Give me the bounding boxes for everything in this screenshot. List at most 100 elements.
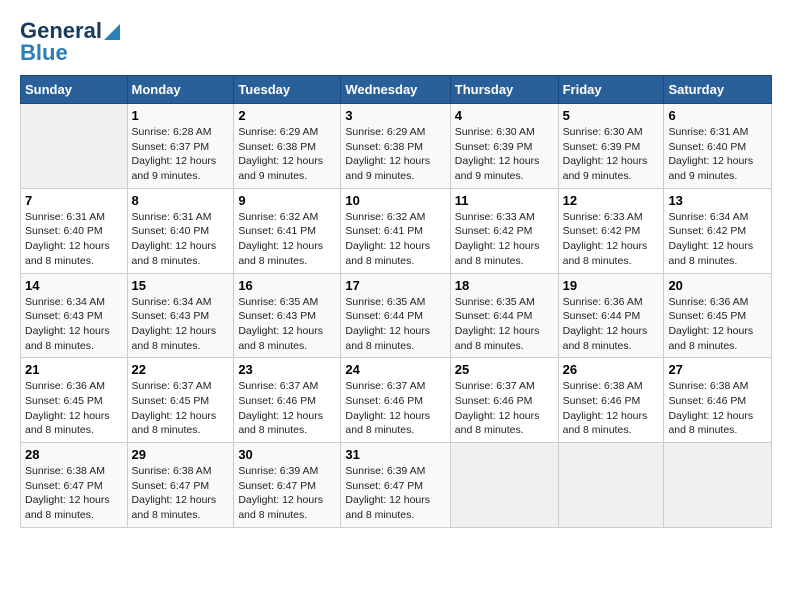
- day-info: Sunrise: 6:34 AMSunset: 6:43 PMDaylight:…: [132, 295, 230, 354]
- calendar-week-row: 28Sunrise: 6:38 AMSunset: 6:47 PMDayligh…: [21, 443, 772, 528]
- day-info: Sunrise: 6:36 AMSunset: 6:44 PMDaylight:…: [563, 295, 660, 354]
- day-info: Sunrise: 6:37 AMSunset: 6:45 PMDaylight:…: [132, 379, 230, 438]
- day-number: 15: [132, 278, 230, 293]
- calendar-cell: 30 Sunrise: 6:39 AMSunset: 6:47 PMDayligh…: [234, 443, 341, 528]
- calendar-cell: 10 Sunrise: 6:32 AMSunset: 6:41 PMDayligh…: [341, 188, 450, 273]
- day-info: Sunrise: 6:31 AMSunset: 6:40 PMDaylight:…: [132, 210, 230, 269]
- calendar-cell: 17Sunrise: 6:35 AMSunset: 6:44 PMDayligh…: [341, 273, 450, 358]
- day-number: 30: [238, 447, 336, 462]
- calendar-cell: 3 Sunrise: 6:29 AMSunset: 6:38 PMDaylight…: [341, 104, 450, 189]
- day-number: 17: [345, 278, 445, 293]
- day-number: 23: [238, 362, 336, 377]
- weekday-header: Saturday: [664, 76, 772, 104]
- day-info: Sunrise: 6:33 AMSunset: 6:42 PMDaylight:…: [563, 210, 660, 269]
- calendar-cell: 26 Sunrise: 6:38 AMSunset: 6:46 PMDayligh…: [558, 358, 664, 443]
- day-number: 13: [668, 193, 767, 208]
- day-info: Sunrise: 6:35 AMSunset: 6:44 PMDaylight:…: [455, 295, 554, 354]
- calendar-cell: [558, 443, 664, 528]
- weekday-header: Monday: [127, 76, 234, 104]
- day-number: 8: [132, 193, 230, 208]
- day-info: Sunrise: 6:32 AMSunset: 6:41 PMDaylight:…: [345, 210, 445, 269]
- calendar-table: SundayMondayTuesdayWednesdayThursdayFrid…: [20, 75, 772, 528]
- day-number: 26: [563, 362, 660, 377]
- day-info: Sunrise: 6:38 AMSunset: 6:47 PMDaylight:…: [132, 464, 230, 523]
- weekday-header: Sunday: [21, 76, 128, 104]
- day-number: 2: [238, 108, 336, 123]
- calendar-cell: 11 Sunrise: 6:33 AMSunset: 6:42 PMDayligh…: [450, 188, 558, 273]
- calendar-week-row: 7 Sunrise: 6:31 AMSunset: 6:40 PMDaylight…: [21, 188, 772, 273]
- day-info: Sunrise: 6:29 AMSunset: 6:38 PMDaylight:…: [345, 125, 445, 184]
- day-info: Sunrise: 6:37 AMSunset: 6:46 PMDaylight:…: [238, 379, 336, 438]
- logo-text: General: [20, 20, 120, 42]
- calendar-cell: 25 Sunrise: 6:37 AMSunset: 6:46 PMDayligh…: [450, 358, 558, 443]
- day-number: 31: [345, 447, 445, 462]
- day-info: Sunrise: 6:31 AMSunset: 6:40 PMDaylight:…: [668, 125, 767, 184]
- calendar-cell: 21 Sunrise: 6:36 AMSunset: 6:45 PMDayligh…: [21, 358, 128, 443]
- calendar-cell: 6 Sunrise: 6:31 AMSunset: 6:40 PMDaylight…: [664, 104, 772, 189]
- day-number: 12: [563, 193, 660, 208]
- calendar-cell: [450, 443, 558, 528]
- calendar-cell: 14 Sunrise: 6:34 AMSunset: 6:43 PMDayligh…: [21, 273, 128, 358]
- day-number: 7: [25, 193, 123, 208]
- day-info: Sunrise: 6:34 AMSunset: 6:43 PMDaylight:…: [25, 295, 123, 354]
- calendar-cell: 28Sunrise: 6:38 AMSunset: 6:47 PMDayligh…: [21, 443, 128, 528]
- day-number: 1: [132, 108, 230, 123]
- calendar-week-row: 14 Sunrise: 6:34 AMSunset: 6:43 PMDayligh…: [21, 273, 772, 358]
- calendar-week-row: 21 Sunrise: 6:36 AMSunset: 6:45 PMDayligh…: [21, 358, 772, 443]
- day-number: 3: [345, 108, 445, 123]
- day-number: 25: [455, 362, 554, 377]
- day-number: 6: [668, 108, 767, 123]
- calendar-cell: 22 Sunrise: 6:37 AMSunset: 6:45 PMDayligh…: [127, 358, 234, 443]
- calendar-cell: 4Sunrise: 6:30 AMSunset: 6:39 PMDaylight…: [450, 104, 558, 189]
- page-header: General Blue: [20, 20, 772, 65]
- weekday-header: Tuesday: [234, 76, 341, 104]
- day-info: Sunrise: 6:38 AMSunset: 6:46 PMDaylight:…: [563, 379, 660, 438]
- day-number: 22: [132, 362, 230, 377]
- calendar-cell: 16Sunrise: 6:35 AMSunset: 6:43 PMDayligh…: [234, 273, 341, 358]
- day-number: 14: [25, 278, 123, 293]
- calendar-cell: 20Sunrise: 6:36 AMSunset: 6:45 PMDayligh…: [664, 273, 772, 358]
- day-info: Sunrise: 6:30 AMSunset: 6:39 PMDaylight:…: [455, 125, 554, 184]
- calendar-cell: 9 Sunrise: 6:32 AMSunset: 6:41 PMDaylight…: [234, 188, 341, 273]
- day-number: 29: [132, 447, 230, 462]
- day-info: Sunrise: 6:36 AMSunset: 6:45 PMDaylight:…: [25, 379, 123, 438]
- day-number: 16: [238, 278, 336, 293]
- day-info: Sunrise: 6:38 AMSunset: 6:47 PMDaylight:…: [25, 464, 123, 523]
- weekday-header: Wednesday: [341, 76, 450, 104]
- calendar-cell: 8 Sunrise: 6:31 AMSunset: 6:40 PMDaylight…: [127, 188, 234, 273]
- day-info: Sunrise: 6:37 AMSunset: 6:46 PMDaylight:…: [345, 379, 445, 438]
- day-info: Sunrise: 6:34 AMSunset: 6:42 PMDaylight:…: [668, 210, 767, 269]
- day-number: 5: [563, 108, 660, 123]
- day-number: 20: [668, 278, 767, 293]
- weekday-header: Thursday: [450, 76, 558, 104]
- calendar-cell: [21, 104, 128, 189]
- calendar-cell: 12 Sunrise: 6:33 AMSunset: 6:42 PMDayligh…: [558, 188, 664, 273]
- calendar-cell: 5 Sunrise: 6:30 AMSunset: 6:39 PMDaylight…: [558, 104, 664, 189]
- calendar-cell: 24 Sunrise: 6:37 AMSunset: 6:46 PMDayligh…: [341, 358, 450, 443]
- day-info: Sunrise: 6:30 AMSunset: 6:39 PMDaylight:…: [563, 125, 660, 184]
- calendar-cell: 31Sunrise: 6:39 AMSunset: 6:47 PMDayligh…: [341, 443, 450, 528]
- day-info: Sunrise: 6:33 AMSunset: 6:42 PMDaylight:…: [455, 210, 554, 269]
- calendar-cell: 19 Sunrise: 6:36 AMSunset: 6:44 PMDayligh…: [558, 273, 664, 358]
- day-info: Sunrise: 6:29 AMSunset: 6:38 PMDaylight:…: [238, 125, 336, 184]
- weekday-header: Friday: [558, 76, 664, 104]
- day-number: 10: [345, 193, 445, 208]
- day-info: Sunrise: 6:37 AMSunset: 6:46 PMDaylight:…: [455, 379, 554, 438]
- day-number: 9: [238, 193, 336, 208]
- day-number: 19: [563, 278, 660, 293]
- day-info: Sunrise: 6:28 AMSunset: 6:37 PMDaylight:…: [132, 125, 230, 184]
- day-number: 27: [668, 362, 767, 377]
- day-info: Sunrise: 6:32 AMSunset: 6:41 PMDaylight:…: [238, 210, 336, 269]
- calendar-cell: 29 Sunrise: 6:38 AMSunset: 6:47 PMDayligh…: [127, 443, 234, 528]
- calendar-cell: 18 Sunrise: 6:35 AMSunset: 6:44 PMDayligh…: [450, 273, 558, 358]
- calendar-cell: 2 Sunrise: 6:29 AMSunset: 6:38 PMDaylight…: [234, 104, 341, 189]
- calendar-cell: 27 Sunrise: 6:38 AMSunset: 6:46 PMDayligh…: [664, 358, 772, 443]
- day-number: 24: [345, 362, 445, 377]
- day-number: 21: [25, 362, 123, 377]
- calendar-cell: [664, 443, 772, 528]
- day-number: 11: [455, 193, 554, 208]
- day-number: 18: [455, 278, 554, 293]
- day-info: Sunrise: 6:39 AMSunset: 6:47 PMDaylight:…: [238, 464, 336, 523]
- calendar-cell: 23 Sunrise: 6:37 AMSunset: 6:46 PMDayligh…: [234, 358, 341, 443]
- day-info: Sunrise: 6:38 AMSunset: 6:46 PMDaylight:…: [668, 379, 767, 438]
